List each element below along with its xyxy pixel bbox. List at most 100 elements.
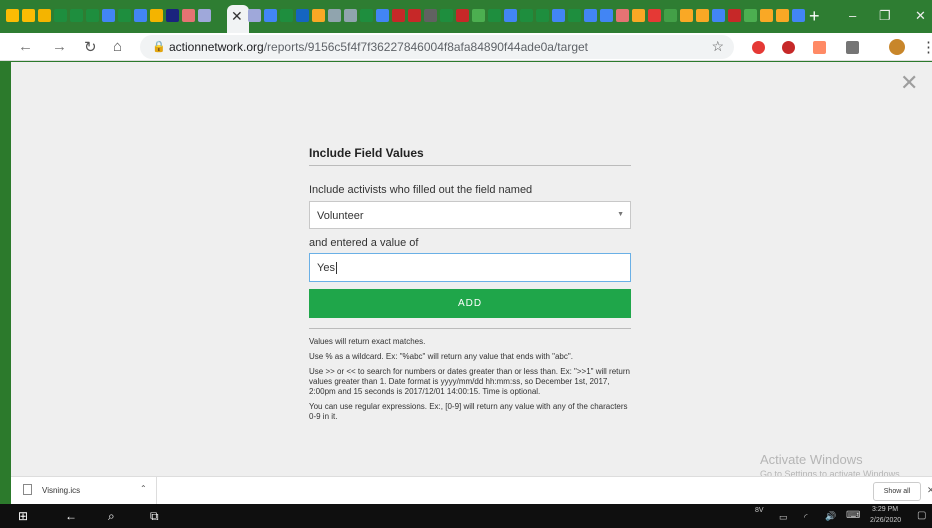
chevron-down-icon: ▼ (617, 211, 624, 218)
tab-favicon[interactable] (360, 9, 373, 22)
network-icon[interactable]: ▭ (779, 512, 788, 523)
tab-favicon[interactable] (408, 9, 421, 22)
tab-favicon[interactable] (696, 9, 709, 22)
extension-icon[interactable] (813, 41, 826, 54)
tab-favicon[interactable] (102, 9, 115, 22)
activate-windows-watermark: Activate Windows Go to Settings to activ… (760, 452, 902, 479)
field-name-select[interactable]: Volunteer ▼ (309, 201, 631, 229)
close-downloads-icon[interactable]: ✕ (927, 485, 932, 496)
home-icon[interactable]: ⌂ (113, 38, 122, 55)
wifi-icon[interactable]: ◜ (804, 512, 808, 523)
tab-favicon[interactable] (424, 9, 437, 22)
tab-favicon[interactable] (552, 9, 565, 22)
tab-favicon[interactable] (392, 9, 405, 22)
close-modal-icon[interactable]: ✕ (900, 72, 918, 94)
windows-start-icon[interactable]: ⊞ (18, 509, 28, 523)
tab-favicon[interactable] (54, 9, 67, 22)
tab-favicon[interactable] (248, 9, 261, 22)
tab-favicon[interactable] (70, 9, 83, 22)
back-icon[interactable]: ← (18, 38, 33, 55)
reload-icon[interactable]: ↻ (84, 38, 97, 56)
task-view-icon[interactable]: ⧉ (150, 509, 159, 524)
volume-icon[interactable]: 🔊 (825, 511, 836, 522)
tab-favicon[interactable] (6, 9, 19, 22)
field-name-label: Include activists who filled out the fie… (309, 184, 533, 196)
tab-favicon[interactable] (504, 9, 517, 22)
tab-favicon[interactable] (38, 9, 51, 22)
tab-favicon[interactable] (22, 9, 35, 22)
download-filename: Visning.ics (42, 486, 81, 495)
tab-favicon[interactable] (648, 9, 661, 22)
tab-favicon[interactable] (664, 9, 677, 22)
tab-favicon[interactable] (792, 9, 805, 22)
menu-kebab-icon[interactable]: ⋮ (921, 38, 932, 56)
tab-favicon[interactable] (296, 9, 309, 22)
search-icon[interactable]: ⌕ (108, 509, 115, 524)
clock-time[interactable]: 3:29 PM (872, 506, 898, 513)
window-close-icon[interactable]: ✕ (915, 8, 926, 24)
facebook-extension-icon[interactable] (846, 41, 859, 54)
tab-favicons-right[interactable] (248, 9, 805, 22)
file-icon (23, 484, 32, 495)
watermark-title: Activate Windows (760, 452, 863, 467)
value-input-text: Yes (317, 262, 335, 274)
minimize-icon[interactable]: – (849, 8, 856, 23)
tab-favicon[interactable] (680, 9, 693, 22)
add-button[interactable]: ADD (309, 289, 631, 318)
tab-favicons-left[interactable] (6, 9, 211, 22)
download-item[interactable]: Visning.ics ⌃ (11, 477, 157, 505)
tab-favicon[interactable] (182, 9, 195, 22)
clock-date[interactable]: 2/26/2020 (870, 517, 901, 524)
notifications-icon[interactable]: ▢ (917, 510, 926, 521)
tab-favicon[interactable] (600, 9, 613, 22)
close-tab-icon[interactable]: ✕ (231, 8, 243, 24)
tab-favicon[interactable] (440, 9, 453, 22)
tab-favicon[interactable] (776, 9, 789, 22)
bookmark-star-icon[interactable]: ☆ (711, 38, 724, 55)
opera-extension-icon[interactable] (752, 41, 765, 54)
back-icon[interactable]: ← (65, 509, 77, 523)
tab-favicon[interactable] (166, 9, 179, 22)
tab-favicon[interactable] (328, 9, 341, 22)
tab-favicon[interactable] (744, 9, 757, 22)
forward-icon[interactable]: → (52, 38, 67, 55)
chevron-up-icon[interactable]: ⌃ (140, 484, 147, 493)
weather-text[interactable]: 8V (755, 507, 764, 514)
url-text: actionnetwork.org/reports/9156c5f4f7f362… (169, 40, 588, 54)
tab-favicon[interactable] (520, 9, 533, 22)
address-bar[interactable]: 🔒 actionnetwork.org/reports/9156c5f4f7f3… (140, 35, 734, 59)
tab-favicon[interactable] (568, 9, 581, 22)
tab-favicon[interactable] (198, 9, 211, 22)
value-input[interactable]: Yes (309, 253, 631, 282)
tab-favicon[interactable] (344, 9, 357, 22)
help-line: Values will return exact matches. (309, 337, 426, 346)
keyboard-icon[interactable]: ⌨ (846, 510, 860, 521)
tab-favicon[interactable] (280, 9, 293, 22)
tab-favicon[interactable] (632, 9, 645, 22)
show-all-button[interactable]: Show all (873, 482, 921, 501)
adblock-extension-icon[interactable] (782, 41, 795, 54)
field-name-value: Volunteer (317, 210, 364, 222)
help-line: Use >> or << to search for numbers or da… (309, 367, 630, 396)
tab-favicon[interactable] (86, 9, 99, 22)
maximize-icon[interactable]: ❐ (879, 8, 891, 24)
tab-favicon[interactable] (584, 9, 597, 22)
tab-favicon[interactable] (616, 9, 629, 22)
new-tab-button[interactable]: + (809, 6, 820, 27)
tab-favicon[interactable] (376, 9, 389, 22)
tab-favicon[interactable] (264, 9, 277, 22)
tab-favicon[interactable] (456, 9, 469, 22)
tab-favicon[interactable] (118, 9, 131, 22)
tab-favicon[interactable] (134, 9, 147, 22)
tab-favicon[interactable] (472, 9, 485, 22)
tab-favicon[interactable] (536, 9, 549, 22)
divider (309, 328, 631, 329)
tab-favicon[interactable] (488, 9, 501, 22)
tab-favicon[interactable] (712, 9, 725, 22)
tab-favicon[interactable] (728, 9, 741, 22)
tab-favicon[interactable] (760, 9, 773, 22)
tab-favicon[interactable] (150, 9, 163, 22)
help-line: Use % as a wildcard. Ex: "%abc" will ret… (309, 352, 573, 361)
tab-favicon[interactable] (312, 9, 325, 22)
profile-avatar[interactable] (889, 39, 905, 55)
